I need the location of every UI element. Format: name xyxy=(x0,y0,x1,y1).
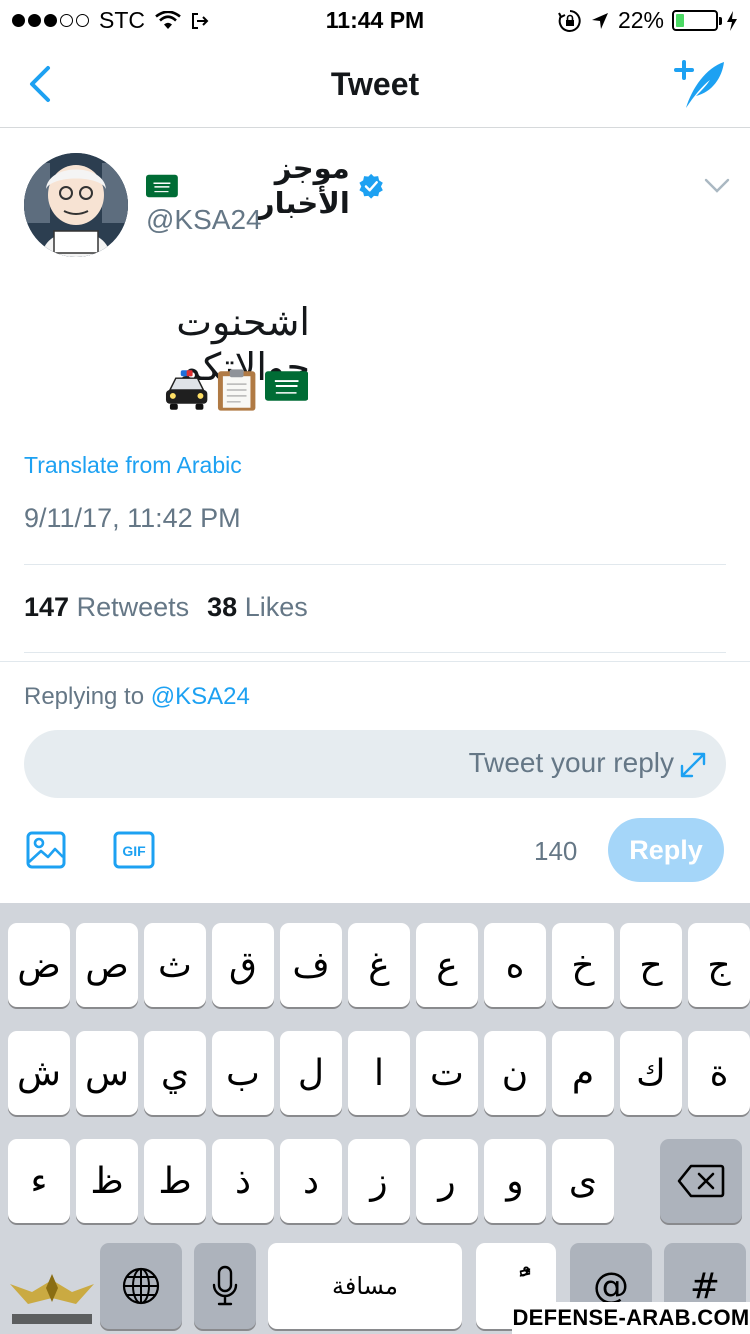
key-row1-3[interactable]: ه xyxy=(484,923,546,1007)
key-row1-0[interactable]: ج xyxy=(688,923,750,1007)
key-row3-4[interactable]: د xyxy=(280,1139,342,1223)
verified-badge-icon xyxy=(359,173,383,199)
key-row2-9[interactable]: س xyxy=(76,1031,138,1115)
key-row3-8[interactable]: ء xyxy=(8,1139,70,1223)
key-row1-9[interactable]: ص xyxy=(76,923,138,1007)
retweets-label: Retweets xyxy=(76,592,190,622)
status-right: 22% xyxy=(558,7,738,34)
retweets-count: 147 xyxy=(24,592,70,622)
key-row2-4[interactable]: ت xyxy=(416,1031,478,1115)
key-row3-5[interactable]: ذ xyxy=(212,1139,274,1223)
key-row3-0[interactable]: ى xyxy=(552,1139,614,1223)
compose-tweet-button[interactable] xyxy=(672,58,728,110)
reply-button[interactable]: Reply xyxy=(608,818,724,882)
microphone-icon xyxy=(212,1265,238,1306)
author-avatar[interactable] xyxy=(24,153,128,257)
key-row2-1[interactable]: ك xyxy=(620,1031,682,1115)
key-row2-5[interactable]: ا xyxy=(348,1031,410,1115)
author-name-row[interactable]: موجز الأخبار xyxy=(146,153,384,220)
arabic-keyboard: جحخهعغفقثصض ةكمنتالبيسش ىورزدذطظء مسافة … xyxy=(0,903,750,1334)
location-arrow-icon xyxy=(591,12,608,29)
reply-input[interactable]: Tweet your reply xyxy=(24,730,726,798)
battery-icon xyxy=(672,10,722,31)
key-row3-3[interactable]: ز xyxy=(348,1139,410,1223)
replying-prefix: Replying to xyxy=(24,683,145,710)
replying-handle[interactable]: @KSA24 xyxy=(151,683,250,710)
key-row2-7[interactable]: ب xyxy=(212,1031,274,1115)
space-key[interactable]: مسافة xyxy=(268,1243,462,1329)
key-row1-5[interactable]: غ xyxy=(348,923,410,1007)
divider xyxy=(24,564,726,565)
key-row2-0[interactable]: ة xyxy=(688,1031,750,1115)
dictation-key[interactable] xyxy=(194,1243,256,1329)
backspace-icon xyxy=(677,1164,725,1198)
tweet-stats: 147 Retweets 38 Likes xyxy=(24,592,308,623)
globe-icon xyxy=(122,1267,160,1305)
backspace-key[interactable] xyxy=(660,1139,742,1223)
likes-label: Likes xyxy=(244,592,308,622)
key-row3-2[interactable]: ر xyxy=(416,1139,478,1223)
likes-count: 38 xyxy=(207,592,238,622)
status-bar: STC 11:44 PM 22% xyxy=(0,0,750,40)
key-row2-3[interactable]: ن xyxy=(484,1031,546,1115)
compose-feather-icon xyxy=(674,60,724,108)
saudi-flag-icon xyxy=(146,174,178,198)
key-row1-10[interactable]: ض xyxy=(8,923,70,1007)
key-row3-6[interactable]: ط xyxy=(144,1139,206,1223)
key-row1-7[interactable]: ق xyxy=(212,923,274,1007)
arab-defense-forum-logo xyxy=(6,1262,98,1332)
key-row3-7[interactable]: ظ xyxy=(76,1139,138,1223)
forum-emblem-icon xyxy=(10,1274,94,1324)
battery-fill xyxy=(676,14,685,27)
retweets-stat[interactable]: 147 Retweets xyxy=(24,592,189,623)
keyboard-switch-key[interactable] xyxy=(100,1243,182,1329)
key-row2-2[interactable]: م xyxy=(552,1031,614,1115)
nav-bar: Tweet xyxy=(0,40,750,128)
police-car-icon xyxy=(165,370,208,410)
key-row1-2[interactable]: خ xyxy=(552,923,614,1007)
key-row1-8[interactable]: ث xyxy=(144,923,206,1007)
divider xyxy=(24,652,726,653)
chevron-down-icon xyxy=(704,178,730,193)
tweet-emoji-row xyxy=(164,368,308,414)
page-title: Tweet xyxy=(330,66,420,102)
saudi-flag-icon xyxy=(264,371,308,401)
tweet-options-button[interactable] xyxy=(704,172,730,198)
avatar-image xyxy=(24,153,128,257)
key-row2-8[interactable]: ي xyxy=(144,1031,206,1115)
key-row1-1[interactable]: ح xyxy=(620,923,682,1007)
expand-icon[interactable] xyxy=(678,750,708,780)
divider xyxy=(0,661,750,662)
watermark-site: DEFENSE-ARAB.COM xyxy=(512,1302,750,1334)
key-row3-1[interactable]: و xyxy=(484,1139,546,1223)
add-photo-button[interactable] xyxy=(26,830,66,870)
image-icon xyxy=(26,831,66,869)
replying-to-label: Replying to @KSA24 xyxy=(24,683,250,711)
clipboard-icon xyxy=(218,369,256,411)
gif-icon: GIF xyxy=(113,831,155,869)
rotation-lock-icon xyxy=(558,9,581,32)
svg-text:GIF: GIF xyxy=(122,843,146,859)
key-row2-10[interactable]: ش xyxy=(8,1031,70,1115)
tweet-timestamp: 9/11/17, 11:42 PM xyxy=(24,503,241,533)
likes-stat[interactable]: 38 Likes xyxy=(207,592,308,623)
add-gif-button[interactable]: GIF xyxy=(113,831,155,869)
battery-percent: 22% xyxy=(617,7,664,33)
key-row1-6[interactable]: ف xyxy=(280,923,342,1007)
reply-placeholder: Tweet your reply xyxy=(468,747,674,778)
charging-bolt-icon xyxy=(727,10,737,31)
character-counter: 140 xyxy=(534,836,578,866)
translate-link[interactable]: Translate from Arabic xyxy=(24,452,242,479)
author-handle[interactable]: @KSA24 xyxy=(146,204,262,236)
key-row1-4[interactable]: ع xyxy=(416,923,478,1007)
key-row2-6[interactable]: ل xyxy=(280,1031,342,1115)
